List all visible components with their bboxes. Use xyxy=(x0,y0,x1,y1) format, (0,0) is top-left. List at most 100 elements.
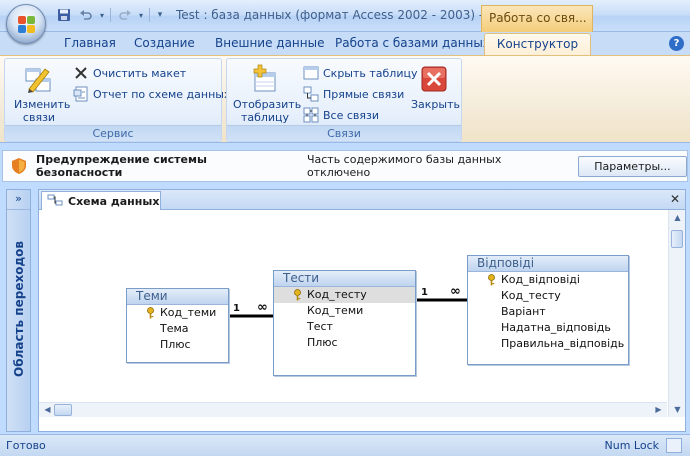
hide-table-label: Скрыть таблицу xyxy=(323,66,418,80)
table-title: Відповіді xyxy=(468,256,628,272)
relation-many-label: ∞ xyxy=(257,300,268,315)
status-bar: Готово Num Lock xyxy=(0,434,690,456)
group-service: Изменить связи Очистить макет Отчет по с… xyxy=(4,58,230,142)
primary-key-icon xyxy=(487,274,496,286)
all-relationships-label: Все связи xyxy=(323,108,380,122)
nav-pane-label: Область переходов xyxy=(12,241,26,377)
field-row[interactable]: Плюс xyxy=(274,335,415,351)
all-relationships-button[interactable]: Все связи xyxy=(303,107,379,123)
field-name: Тема xyxy=(160,322,189,335)
field-row[interactable]: Надатна_відповідь xyxy=(468,320,628,336)
horizontal-scroll-thumb[interactable] xyxy=(54,404,72,416)
close-red-icon xyxy=(418,63,450,95)
tab-create[interactable]: Создание xyxy=(134,36,195,50)
close-relationships-button[interactable]: Закрыть xyxy=(411,63,460,111)
document-tab-label: Схема данных xyxy=(68,194,160,208)
field-name: Надатна_відповідь xyxy=(501,321,611,334)
close-document-icon[interactable]: ✕ xyxy=(670,192,680,206)
table-temy[interactable]: Теми Код_теми Тема Плюс xyxy=(126,288,229,363)
field-name: Плюс xyxy=(160,338,191,351)
vertical-scroll-thumb[interactable] xyxy=(671,230,683,248)
clear-layout-label: Очистить макет xyxy=(93,66,187,80)
edit-relationships-icon xyxy=(23,63,55,95)
field-row[interactable]: Правильна_відповідь xyxy=(468,336,628,352)
context-tab-relationship-tools: Работа со свя... xyxy=(481,5,593,32)
edit-relationships-label: Изменить связи xyxy=(14,98,71,124)
horizontal-scrollbar[interactable]: ◀ ▶ xyxy=(39,402,667,417)
relationship-report-button[interactable]: Отчет по схеме данных xyxy=(73,86,230,102)
close-relationships-label: Закрыть xyxy=(411,98,460,111)
title-bar: ▾ ▾ ▾ Test : база данных (формат Access … xyxy=(0,0,690,44)
field-row[interactable]: Варіант xyxy=(468,304,628,320)
hide-table-button[interactable]: Скрыть таблицу xyxy=(303,65,418,81)
relationships-icon xyxy=(47,194,63,209)
ribbon-tabs: Главная Создание Внешние данные Работа с… xyxy=(0,32,690,56)
navigation-pane[interactable]: » Область переходов xyxy=(6,189,31,432)
undo-icon[interactable] xyxy=(76,6,96,24)
table-vidpovidi[interactable]: Відповіді Код_відповіді Код_тесту Варіан… xyxy=(467,255,629,365)
show-table-button[interactable]: Отобразить таблицу xyxy=(231,63,302,124)
tab-design[interactable]: Конструктор xyxy=(484,33,591,56)
table-title: Теми xyxy=(127,289,228,305)
group-relationships: Отобразить таблицу Скрыть таблицу Прямые… xyxy=(226,58,462,142)
group-service-label: Сервис xyxy=(5,125,221,141)
vertical-scrollbar[interactable]: ▲ ▼ xyxy=(668,210,685,417)
show-table-label: Отобразить таблицу xyxy=(233,98,302,124)
scroll-up-icon[interactable]: ▲ xyxy=(669,213,686,222)
save-icon[interactable] xyxy=(54,6,74,24)
edit-relationships-button[interactable]: Изменить связи xyxy=(11,63,71,124)
direct-relationships-button[interactable]: Прямые связи xyxy=(303,86,404,102)
primary-key-icon xyxy=(146,307,155,319)
window-title: Test : база данных (формат Access 2002 -… xyxy=(176,8,513,22)
ribbon: Изменить связи Очистить макет Отчет по с… xyxy=(0,55,690,143)
clear-layout-button[interactable]: Очистить макет xyxy=(73,65,186,81)
num-lock-indicator: Num Lock xyxy=(604,439,660,452)
primary-key-icon xyxy=(293,289,302,301)
field-row[interactable]: Код_теми xyxy=(127,305,228,321)
field-row[interactable]: Тема xyxy=(127,321,228,337)
security-options-button[interactable]: Параметры... xyxy=(577,155,687,177)
office-button[interactable] xyxy=(6,4,46,44)
tab-database-tools[interactable]: Работа с базами данных xyxy=(335,36,490,50)
view-mode-icon[interactable] xyxy=(666,438,682,453)
field-row[interactable]: Тест xyxy=(274,319,415,335)
field-row[interactable]: Код_тесту xyxy=(468,288,628,304)
security-warning-message: Часть содержимого базы данных отключено xyxy=(306,153,502,179)
field-row[interactable]: Код_відповіді xyxy=(468,272,628,288)
all-relationships-icon xyxy=(303,107,319,123)
document-tab-relationships[interactable]: Схема данных xyxy=(41,191,161,210)
nav-pane-toggle-button[interactable]: » xyxy=(7,190,30,210)
table-testy[interactable]: Тести Код_тесту Код_теми Тест Плюс xyxy=(273,270,416,376)
hide-table-icon xyxy=(303,65,319,81)
shield-icon xyxy=(12,158,26,174)
field-name: Код_тесту xyxy=(307,288,367,301)
quick-access-toolbar: ▾ ▾ ▾ xyxy=(54,6,166,24)
scroll-right-icon[interactable]: ▶ xyxy=(650,405,667,414)
direct-relationships-label: Прямые связи xyxy=(323,87,405,101)
field-row[interactable]: Плюс xyxy=(127,337,228,353)
field-name: Плюс xyxy=(307,336,338,349)
redo-dropdown-icon[interactable]: ▾ xyxy=(137,6,145,24)
customize-qat-icon[interactable]: ▾ xyxy=(154,6,166,24)
relation-many-label: ∞ xyxy=(450,284,461,299)
relationships-canvas[interactable]: 1 ∞ 1 ∞ Теми Код_теми Тема Плюс Тести Ко… xyxy=(39,210,667,417)
document-tab-bar: Схема данных ✕ xyxy=(39,190,685,210)
redo-icon[interactable] xyxy=(115,6,135,24)
report-icon xyxy=(73,86,89,102)
office-logo-icon xyxy=(18,16,36,34)
field-name: Код_теми xyxy=(307,304,364,317)
field-name: Код_теми xyxy=(160,306,217,319)
field-row[interactable]: Код_тесту xyxy=(274,287,415,303)
show-table-icon xyxy=(249,63,281,95)
help-icon[interactable]: ? xyxy=(669,36,684,51)
undo-dropdown-icon[interactable]: ▾ xyxy=(98,6,106,24)
table-title: Тести xyxy=(274,271,415,287)
field-name: Правильна_відповідь xyxy=(501,337,625,350)
security-warning-title: Предупреждение системы безопасности xyxy=(36,153,207,179)
scroll-down-icon[interactable]: ▼ xyxy=(669,405,686,414)
separator xyxy=(110,8,111,22)
separator xyxy=(149,8,150,22)
tab-home[interactable]: Главная xyxy=(64,36,116,50)
tab-external-data[interactable]: Внешние данные xyxy=(215,36,324,50)
field-row[interactable]: Код_теми xyxy=(274,303,415,319)
